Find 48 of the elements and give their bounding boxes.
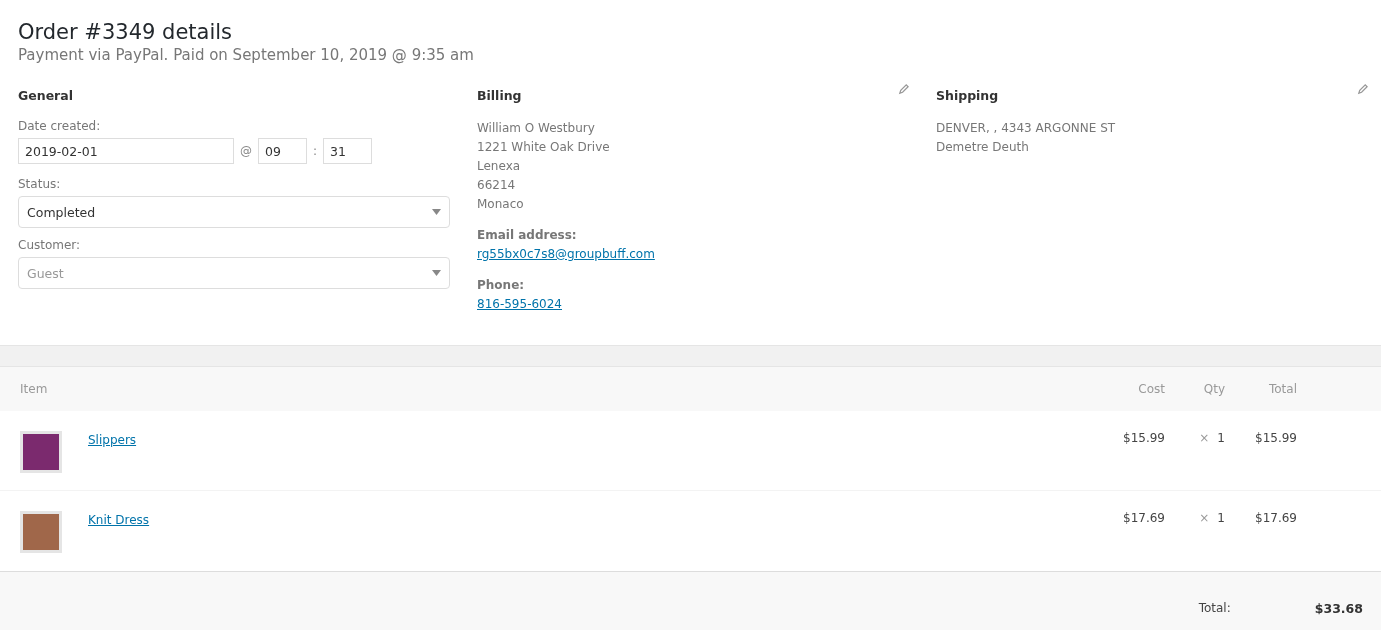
- cost-cell-text: $17.69: [1122, 511, 1165, 525]
- address-line: Lenexa: [477, 158, 522, 175]
- product-link[interactable]: Slippers: [88, 433, 137, 447]
- caret-icon: [432, 209, 441, 215]
- quantity: 1: [1217, 431, 1225, 445]
- quantity: 1: [1217, 511, 1225, 525]
- cost-cell-text: $15.99: [1122, 431, 1165, 445]
- field-label: Customer:: [18, 238, 82, 252]
- status-select[interactable]: Completed: [18, 196, 450, 228]
- section-heading: Billing: [477, 88, 522, 103]
- minute-field[interactable]: 31: [323, 138, 373, 164]
- pencil-icon[interactable]: [898, 84, 909, 95]
- address-line: William O Westbury: [477, 120, 596, 137]
- address-line: 66214: [477, 177, 517, 194]
- field-label: Status:: [18, 177, 62, 191]
- order-total: $33.68: [1314, 600, 1363, 616]
- section-heading: Shipping: [936, 88, 999, 103]
- caret-icon: [432, 270, 441, 276]
- total-cell-text: $15.99: [1254, 431, 1297, 445]
- at-sign: @: [239, 144, 253, 158]
- email-link[interactable]: rg55bx0c7s8@groupbuff.com: [477, 247, 655, 261]
- section-heading: General: [18, 88, 73, 103]
- address-line: DENVER, , 4343 ARGONNE ST: [936, 120, 1117, 137]
- column-header: Cost: [1137, 382, 1165, 396]
- address-line: 1221 White Oak Drive: [477, 139, 611, 156]
- times-sign: ×: [1199, 431, 1210, 445]
- date-field[interactable]: 2019-02-01: [18, 138, 234, 164]
- column-header: Item: [20, 382, 49, 396]
- field-label: Email address:: [477, 227, 578, 244]
- address-line: Monaco: [477, 196, 525, 213]
- field-label: Date created:: [18, 119, 102, 133]
- field-label: Phone:: [477, 277, 526, 294]
- total-label: Total:: [1198, 601, 1231, 615]
- column-header: Qty: [1202, 382, 1225, 396]
- payment-info: Payment via PayPal. Paid on September 10, 2019 @ 9:35 am: [18, 46, 475, 64]
- time-separator: :: [312, 144, 319, 158]
- customer-select[interactable]: Guest: [18, 257, 450, 289]
- pencil-icon[interactable]: [1357, 84, 1368, 95]
- order-title: Order #3349 details: [18, 20, 234, 44]
- column-header: Total: [1267, 382, 1297, 396]
- total-cell-text: $17.69: [1254, 511, 1297, 525]
- phone-link[interactable]: 816-595-6024: [477, 297, 562, 311]
- photo-placeholder: [20, 431, 62, 473]
- hour-field[interactable]: 09: [258, 138, 307, 164]
- product-link[interactable]: Knit Dress: [88, 513, 150, 527]
- times-sign: ×: [1199, 511, 1210, 525]
- photo-placeholder: [20, 511, 62, 553]
- address-line: Demetre Deuth: [936, 139, 1030, 156]
